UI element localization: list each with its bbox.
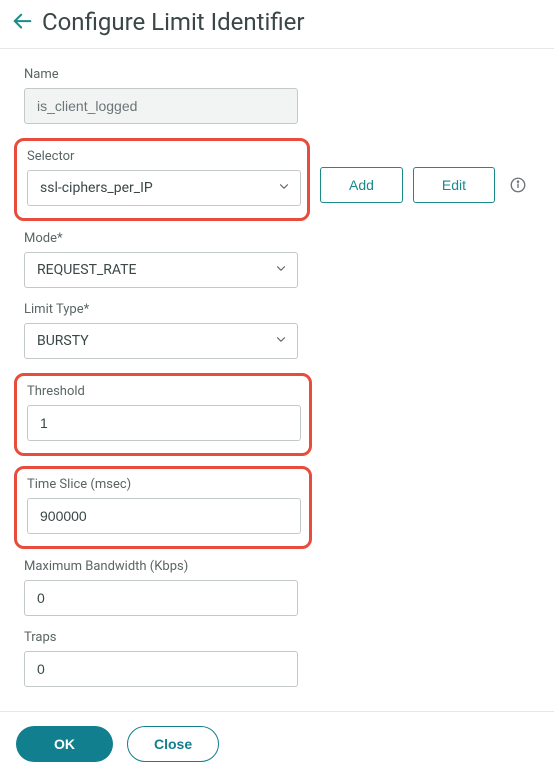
ok-button[interactable]: OK [16, 726, 113, 762]
edit-button[interactable]: Edit [413, 167, 495, 203]
selector-row: Selector ssl-ciphers_per_IP Add Edit [24, 138, 530, 231]
time-slice-highlight: Time Slice (msec) [14, 466, 312, 549]
traps-label: Traps [24, 630, 530, 645]
add-button[interactable]: Add [320, 167, 403, 203]
dialog-title: Configure Limit Identifier [42, 8, 305, 36]
field-limit-type: Limit Type* BURSTY [24, 302, 530, 359]
time-slice-input[interactable] [27, 498, 301, 534]
selector-select[interactable]: ssl-ciphers_per_IP [27, 170, 301, 206]
name-input[interactable] [24, 88, 298, 124]
max-bandwidth-label: Maximum Bandwidth (Kbps) [24, 559, 530, 574]
mode-select-wrapper: REQUEST_RATE [24, 252, 298, 288]
limit-type-select[interactable]: BURSTY [24, 323, 298, 359]
form-body: Name Selector ssl-ciphers_per_IP Add Edi… [0, 49, 554, 711]
limit-type-select-wrapper: BURSTY [24, 323, 298, 359]
selector-highlight: Selector ssl-ciphers_per_IP [14, 138, 310, 221]
close-button[interactable]: Close [127, 726, 219, 762]
traps-input[interactable] [24, 651, 298, 687]
mode-label: Mode* [24, 231, 530, 246]
dialog-header: Configure Limit Identifier [0, 0, 554, 49]
info-icon[interactable] [509, 176, 527, 194]
time-slice-label: Time Slice (msec) [27, 477, 299, 492]
threshold-highlight: Threshold [14, 373, 312, 456]
back-arrow-icon[interactable] [12, 11, 34, 33]
threshold-label: Threshold [27, 384, 299, 399]
limit-type-label: Limit Type* [24, 302, 530, 317]
field-name: Name [24, 67, 530, 124]
limit-type-value: BURSTY [37, 333, 89, 349]
name-label: Name [24, 67, 530, 82]
threshold-input[interactable] [27, 405, 301, 441]
selector-value: ssl-ciphers_per_IP [40, 180, 153, 196]
selector-select-wrapper: ssl-ciphers_per_IP [27, 170, 301, 206]
field-mode: Mode* REQUEST_RATE [24, 231, 530, 288]
max-bandwidth-input[interactable] [24, 580, 298, 616]
mode-value: REQUEST_RATE [37, 262, 136, 278]
dialog-footer: OK Close [0, 711, 554, 776]
field-traps: Traps [24, 630, 530, 687]
field-max-bandwidth: Maximum Bandwidth (Kbps) [24, 559, 530, 616]
selector-label: Selector [27, 149, 297, 164]
mode-select[interactable]: REQUEST_RATE [24, 252, 298, 288]
